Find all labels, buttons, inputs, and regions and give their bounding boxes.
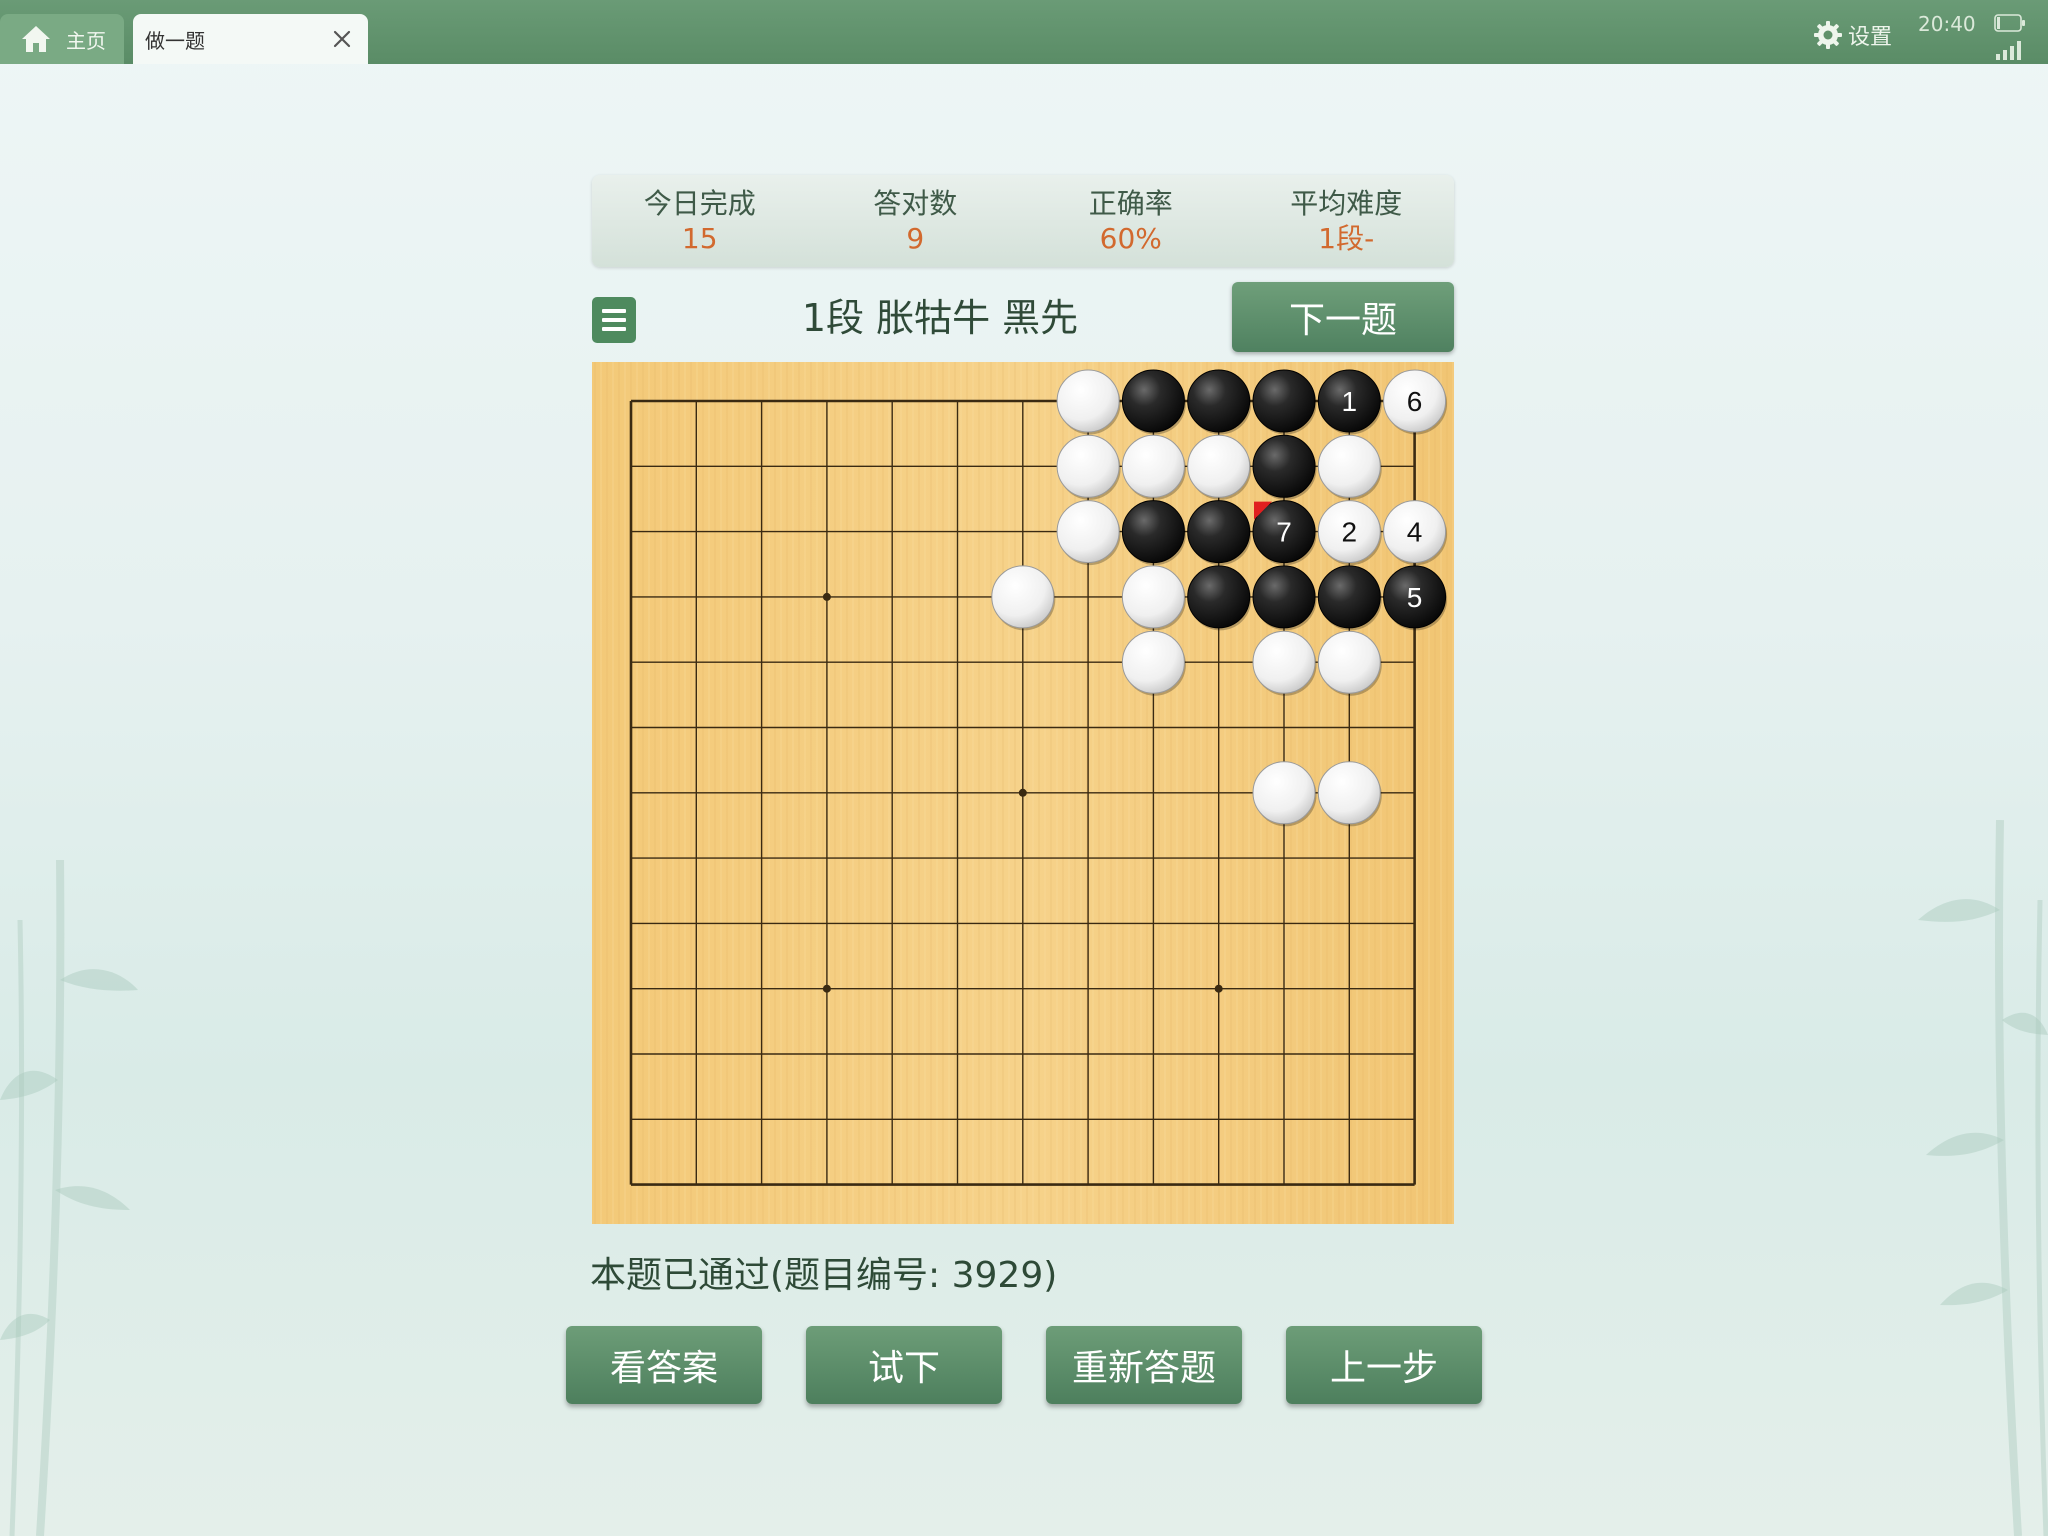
stat-value: 60% — [1099, 222, 1162, 255]
home-icon — [22, 26, 50, 52]
action-bar: 看答案 试下 重新答题 上一步 — [566, 1326, 1482, 1404]
go-board[interactable]: 1 6 7 2 4 5 — [592, 362, 1454, 1224]
try-move-button[interactable]: 试下 — [806, 1326, 1002, 1404]
tab-home-label: 主页 — [66, 28, 106, 53]
clock: 20:40 — [1918, 12, 1976, 36]
stat-label: 答对数 — [873, 187, 958, 220]
move-number-label: 2 — [1342, 517, 1358, 548]
star-point — [822, 592, 831, 601]
stat-average-difficulty: 平均难度 1段- — [1239, 175, 1455, 267]
move-number-label: 6 — [1407, 386, 1423, 417]
settings-button[interactable]: 设置 — [1812, 18, 1892, 52]
stat-accuracy: 正确率 60% — [1023, 175, 1239, 267]
move-number-label: 1 — [1342, 386, 1358, 417]
retry-button[interactable]: 重新答题 — [1046, 1326, 1242, 1404]
stat-correct-count: 答对数 9 — [808, 175, 1024, 267]
settings-label: 设置 — [1848, 25, 1893, 50]
close-icon[interactable] — [328, 25, 356, 53]
bamboo-decoration-right — [1918, 820, 2048, 1536]
undo-button[interactable]: 上一步 — [1286, 1326, 1482, 1404]
tab-current-label: 做一题 — [145, 28, 205, 53]
stat-label: 今日完成 — [643, 187, 756, 220]
tab-current[interactable]: 做一题 — [133, 14, 368, 64]
signal-icon — [1996, 41, 2021, 60]
star-point — [1214, 984, 1223, 993]
top-bar: 主页 做一题 设置 20:40 — [0, 0, 2048, 64]
stat-completed-today: 今日完成 15 — [592, 175, 808, 267]
stat-label: 平均难度 — [1290, 187, 1403, 220]
show-answer-button[interactable]: 看答案 — [566, 1326, 762, 1404]
move-number-label: 5 — [1407, 582, 1423, 613]
move-number-label: 4 — [1407, 517, 1423, 548]
stat-value: 1段- — [1318, 222, 1375, 255]
star-point — [822, 984, 831, 993]
problem-title: 1段 胀牯牛 黑先 — [801, 296, 1079, 340]
battery-icon — [1994, 14, 2025, 32]
stat-label: 正确率 — [1088, 187, 1173, 220]
move-number-label: 7 — [1276, 517, 1292, 548]
star-point — [1018, 788, 1027, 797]
tab-home[interactable]: 主页 — [0, 14, 124, 64]
stat-value: 15 — [681, 222, 718, 255]
stat-value: 9 — [906, 222, 925, 255]
next-problem-button[interactable]: 下一题 — [1232, 282, 1454, 352]
problem-status: 本题已通过(题目编号: 3929) — [590, 1255, 1058, 1296]
menu-icon — [602, 309, 626, 331]
bamboo-decoration-left — [0, 860, 138, 1536]
menu-button[interactable] — [592, 297, 636, 343]
stats-panel: 今日完成 15 答对数 9 正确率 60% 平均难度 1段- — [592, 175, 1454, 267]
gear-icon — [1814, 21, 1842, 49]
